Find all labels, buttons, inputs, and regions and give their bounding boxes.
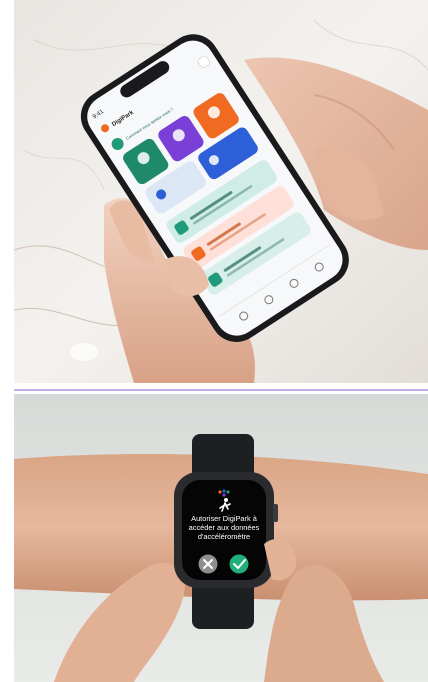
accept-button[interactable] — [229, 554, 249, 574]
decline-button[interactable] — [198, 554, 218, 574]
phone-photo: 9:41 DigiPark Comment vous sentez-vous ? — [14, 0, 428, 383]
watch-photo-scene: Autoriser DigiPark à accéder aux données… — [14, 394, 428, 682]
phone-photo-scene: 9:41 DigiPark Comment vous sentez-vous ? — [14, 0, 428, 383]
watch-photo: Autoriser DigiPark à accéder aux données… — [14, 394, 428, 682]
watch-crown[interactable] — [273, 504, 278, 522]
section-divider — [14, 389, 428, 391]
permission-message: Autoriser DigiPark à accéder aux données… — [188, 514, 260, 541]
